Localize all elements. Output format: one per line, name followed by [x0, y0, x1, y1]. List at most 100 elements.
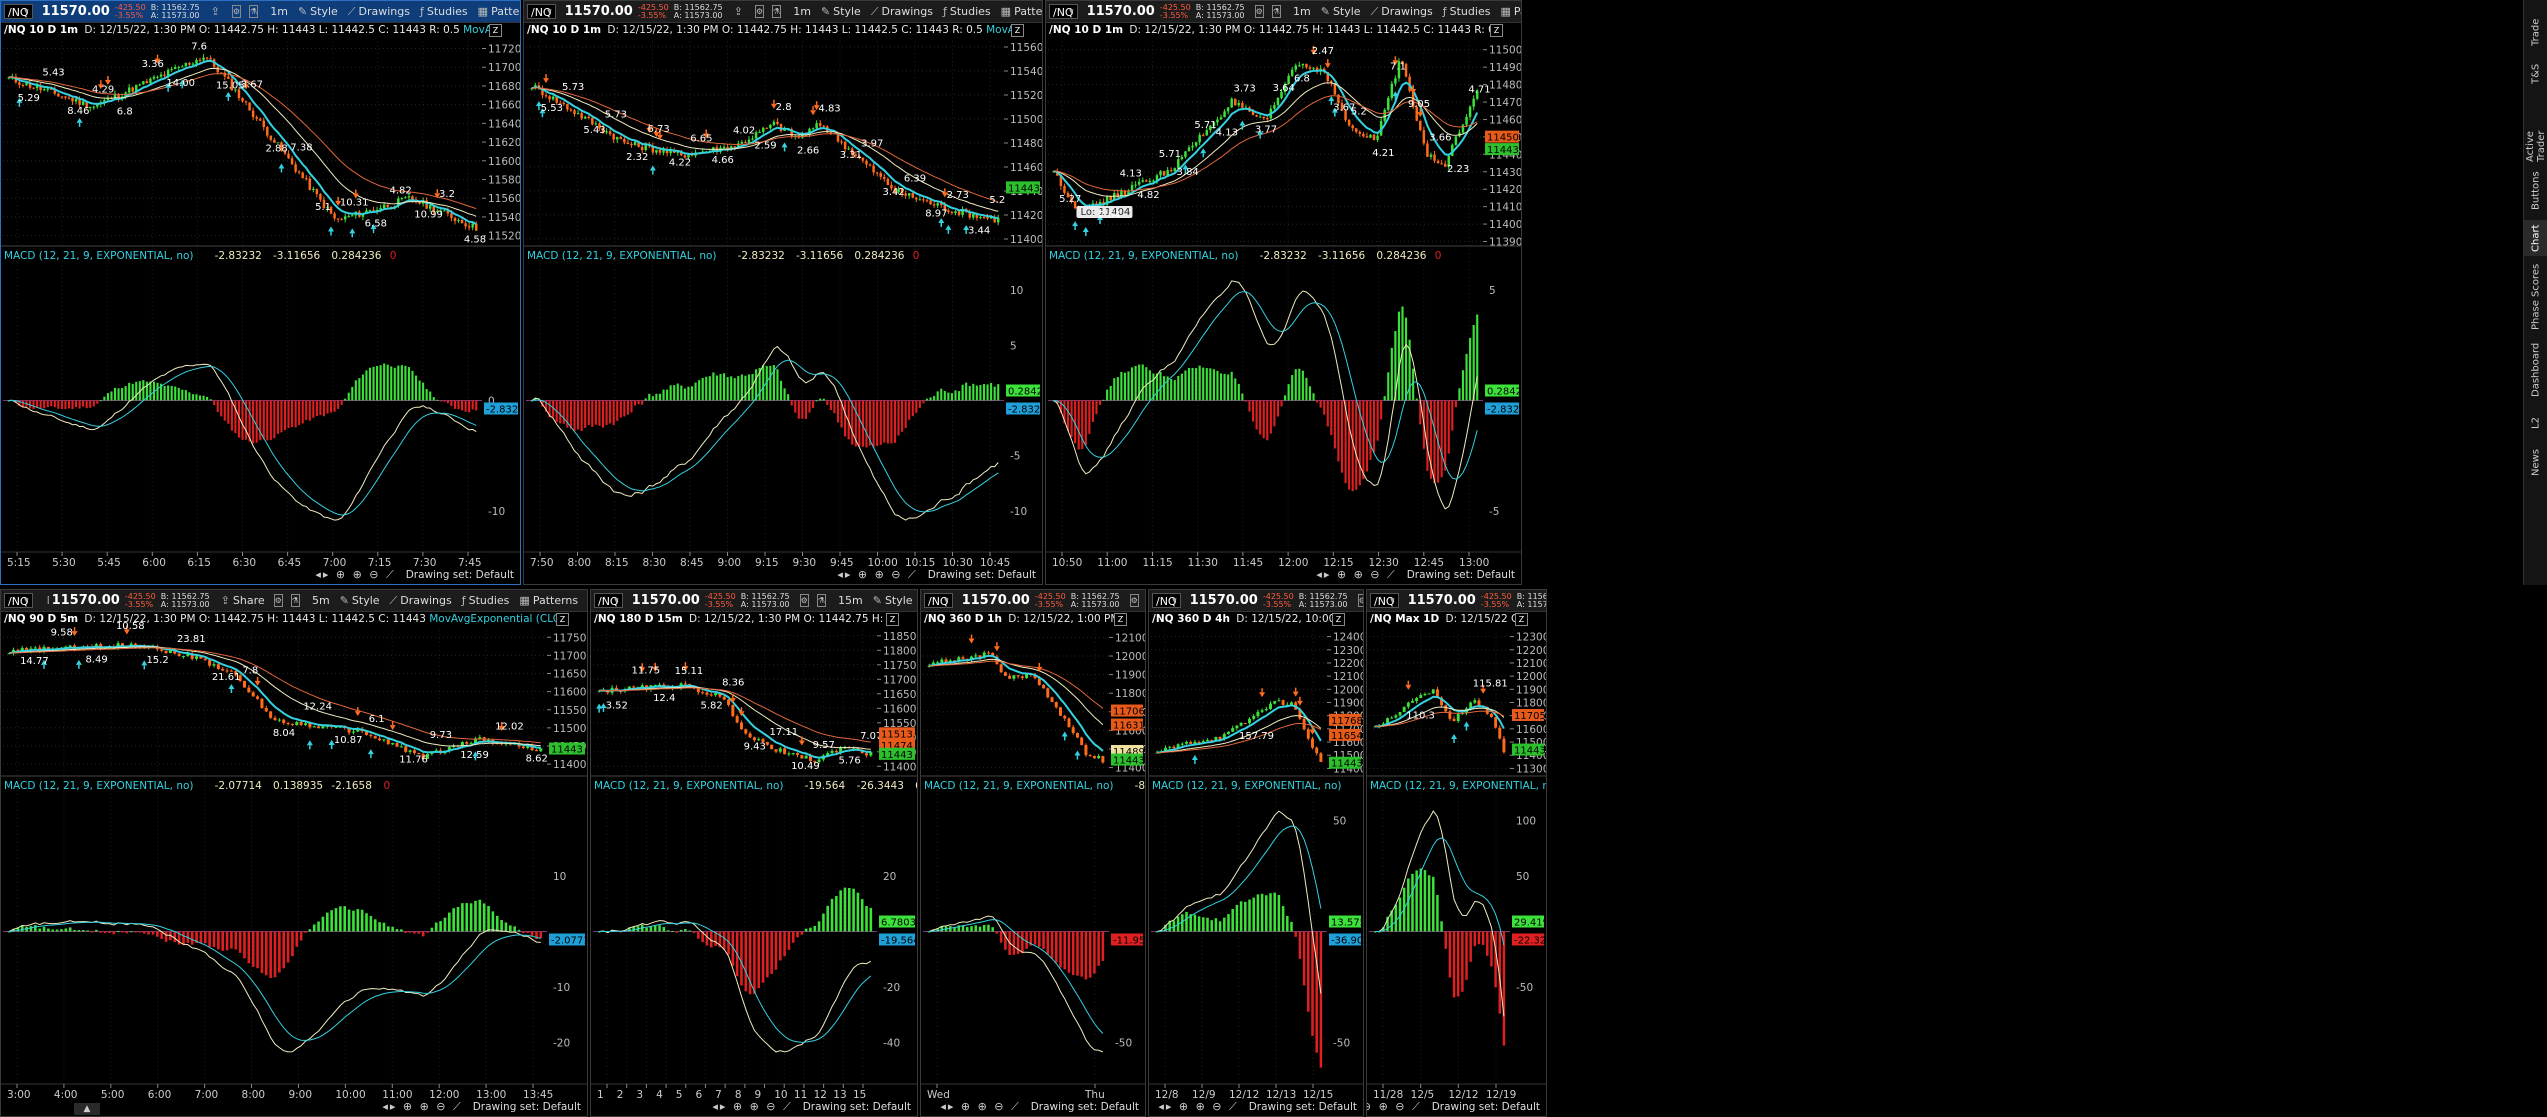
- chart-canvas[interactable]: 110.3 115.81 1230012200121001200011900 1180…: [1367, 590, 1546, 1116]
- price-axis-label: 11400: [1489, 219, 1521, 231]
- price-annotation: 6.73: [648, 124, 670, 135]
- chart-nav-controls[interactable]: ◂▸ ⊕ ⊕ ⊖ ⟋: [1367, 1100, 1422, 1114]
- candle: [1451, 143, 1454, 157]
- candle: [1063, 714, 1067, 721]
- candle: [60, 96, 64, 99]
- candle: [319, 193, 322, 203]
- macd-axis-label: -5: [1489, 506, 1499, 518]
- side-tab-trade[interactable]: Trade: [2524, 14, 2547, 50]
- price-annotation: 15.2: [146, 655, 168, 666]
- price-axis-label: 11520: [1010, 90, 1042, 102]
- chart-nav-controls[interactable]: ◂▸ ⊕ ⊕ ⊖ ⟋: [712, 1100, 792, 1114]
- candle: [290, 155, 294, 165]
- chart-canvas[interactable]: 3.52 11.75 12.4 15.11 5.82 8.36 9.43 17.11 10.49…: [591, 590, 917, 1116]
- candle: [950, 210, 954, 215]
- candle: [541, 85, 544, 99]
- chart-nav-controls[interactable]: ◂▸ ⊕ ⊕ ⊖ ⟋: [1316, 568, 1396, 582]
- candle: [1452, 716, 1456, 722]
- price-badge-label: 11631.39: [1113, 721, 1145, 732]
- down-arrow-icon: [1417, 112, 1424, 118]
- candle: [883, 173, 886, 182]
- macd-value: -26.3443: [857, 780, 904, 792]
- candle: [1231, 725, 1235, 733]
- up-arrow-icon: [945, 224, 952, 230]
- side-tab-t-s[interactable]: T&S: [2524, 56, 2547, 92]
- chart-canvas[interactable]: 5.27Lo: 114042.644.134.825.713.845.714.1…: [1046, 1, 1521, 584]
- candle: [184, 62, 188, 67]
- chart-panel-1[interactable]: /NQ11570.00-425.50-3.55%B: 11562.75A: 11…: [0, 0, 521, 585]
- chart-panel-6[interactable]: /NQ11570.00-425.50-3.55%B: 11562.75A: 11…: [920, 589, 1146, 1117]
- chart-nav-controls[interactable]: ◂▸ ⊕ ⊕ ⊖ ⟋: [940, 1100, 1020, 1114]
- chart-panel-5[interactable]: /NQ11570.00-425.50-3.55%B: 11562.75A: 11…: [590, 589, 918, 1117]
- side-tab-news[interactable]: News: [2524, 444, 2547, 480]
- candle: [181, 655, 186, 659]
- price-axis-label: 11700: [488, 62, 520, 74]
- chart-canvas[interactable]: 157.791240012300122001210012000119001180…: [1149, 590, 1363, 1116]
- candle: [347, 214, 350, 218]
- price-annotation: 9.05: [1408, 99, 1430, 110]
- time-axis-label: 5: [676, 1089, 683, 1101]
- up-arrow-icon: [278, 163, 285, 169]
- macd-study-label: MACD (12, 21, 9, EXPONENTIAL, no): [4, 780, 194, 792]
- price-annotation: 3.97: [861, 139, 883, 150]
- side-tab-buttons[interactable]: Buttons: [2524, 168, 2547, 214]
- price-axis-label: 11480: [1010, 138, 1042, 150]
- chart-nav-controls[interactable]: ◂▸ ⊕ ⊕ ⊖ ⟋: [837, 568, 917, 582]
- chart-nav-controls[interactable]: ◂▸ ⊕ ⊕ ⊖ ⟋: [382, 1100, 462, 1114]
- candle: [615, 136, 619, 144]
- candle: [188, 62, 191, 67]
- chart-nav-controls[interactable]: ◂▸ ⊕ ⊕ ⊖ ⟋: [315, 568, 395, 582]
- chart-panel-4[interactable]: /NQE-mini Nas...11570.00-425.50-3.55%B: …: [0, 589, 588, 1117]
- side-tab-l2[interactable]: L2: [2524, 408, 2547, 438]
- price-axis-label: 11420: [1489, 184, 1521, 196]
- price-annotation: 4.71: [1468, 85, 1490, 96]
- chart-panel-8[interactable]: /NQ11570.00-425.50-3.55%B: 11562.75A: 11…: [1366, 589, 1547, 1117]
- macd-value: 6.7803: [915, 780, 917, 792]
- collapse-toggle[interactable]: ▲: [74, 1103, 100, 1115]
- price-axis-label: 12400: [1333, 632, 1363, 644]
- price-annotation: 23.81: [177, 634, 206, 645]
- chart-footer: ◂▸ ⊕ ⊕ ⊖ ⟋ Drawing set: Default: [712, 1100, 911, 1114]
- candle: [769, 123, 772, 130]
- chart-panel-7[interactable]: /NQ11570.00-425.50-3.55%B: 11562.75A: 11…: [1148, 589, 1364, 1117]
- chart-canvas[interactable]: 1210012000119001180011700116001150011400…: [921, 590, 1145, 1116]
- macd-value: -3.11656: [796, 250, 844, 262]
- candle: [294, 161, 297, 174]
- price-badge-label: 11443: [1113, 756, 1145, 767]
- price-axis-label: 11700: [883, 674, 916, 686]
- candle: [373, 735, 377, 739]
- down-arrow-icon: [1292, 691, 1299, 697]
- chart-nav-controls[interactable]: ◂▸ ⊕ ⊕ ⊖ ⟋: [1158, 1100, 1238, 1114]
- candle: [521, 745, 525, 750]
- candle: [818, 120, 822, 128]
- macd-value: 0: [390, 250, 397, 262]
- up-arrow-icon: [1191, 755, 1198, 761]
- candle: [1088, 754, 1092, 757]
- candle: [1358, 130, 1362, 137]
- macd-axis-label: 5: [1489, 285, 1496, 297]
- up-arrow-icon: [306, 740, 313, 746]
- time-axis-label: 6:15: [187, 557, 211, 569]
- candle: [269, 710, 273, 720]
- chart-panel-3[interactable]: /NQ11570.00-425.50-3.55%B: 11562.75A: 11…: [1045, 0, 1522, 585]
- price-axis-label: 12300: [1333, 645, 1363, 657]
- side-tab-active-trader[interactable]: Active Trader: [2524, 98, 2547, 163]
- macd-badge-label: 29.4194: [1514, 918, 1546, 929]
- time-axis-label: 5:30: [52, 557, 76, 569]
- side-tab-phase-scores[interactable]: Phase Scores: [2524, 262, 2547, 332]
- candle: [1248, 717, 1251, 725]
- price-annotation: 3.36: [142, 59, 164, 70]
- chart-panel-2[interactable]: /NQ11570.00-425.50-3.55%B: 11562.75A: 11…: [523, 0, 1043, 585]
- candle: [1477, 697, 1481, 706]
- candle: [744, 139, 747, 144]
- chart-canvas[interactable]: 14.77 9.58 8.49 10.58 15.2 23.81 21.617.8 8.04 1…: [1, 590, 587, 1116]
- price-annotation: 6.1: [369, 714, 385, 725]
- side-tab-chart[interactable]: Chart: [2524, 220, 2547, 256]
- candle: [1226, 107, 1230, 115]
- chart-canvas[interactable]: 5.535.735.435.732.326.734.226.654.664.02…: [524, 1, 1042, 584]
- candle: [562, 101, 566, 106]
- side-tab-dashboard[interactable]: Dashboard: [2524, 338, 2547, 402]
- candle: [242, 680, 247, 688]
- price-annotation: 7.1: [1390, 62, 1406, 73]
- chart-canvas[interactable]: 5.295.438.464.296.83.3614.007.615.053.67…: [1, 1, 520, 584]
